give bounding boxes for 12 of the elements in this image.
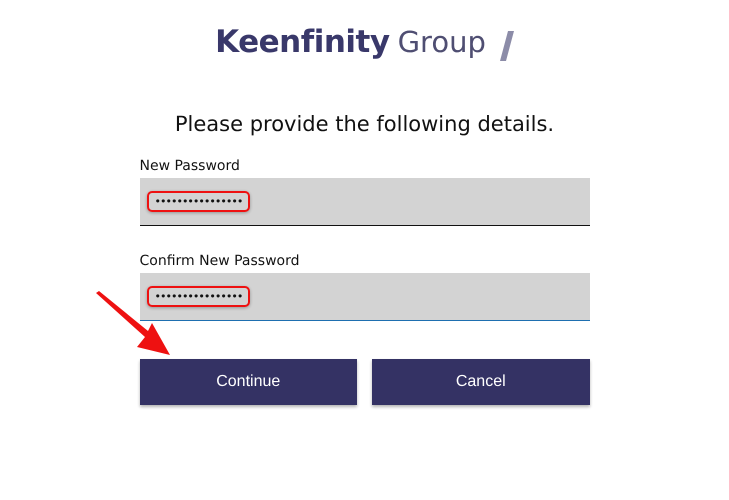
form-button[interactable]: Continue — [140, 359, 357, 405]
field-label: New Password — [140, 158, 241, 176]
field-label: Confirm New Password — [140, 253, 301, 271]
form-heading: Please provide the following details. — [174, 112, 554, 136]
highlighted-password: •••••••••••••••• — [146, 191, 250, 212]
highlighted-password: •••••••••••••••• — [146, 286, 250, 307]
form-button[interactable]: Cancel — [372, 359, 590, 405]
logo-wordmark: Keenfinity — [215, 24, 390, 60]
slash-icon — [500, 31, 514, 61]
password-field[interactable]: •••••••••••••••• — [140, 178, 590, 226]
password-field[interactable]: •••••••••••••••• — [140, 273, 590, 321]
logo-suffix: Group — [398, 25, 486, 59]
